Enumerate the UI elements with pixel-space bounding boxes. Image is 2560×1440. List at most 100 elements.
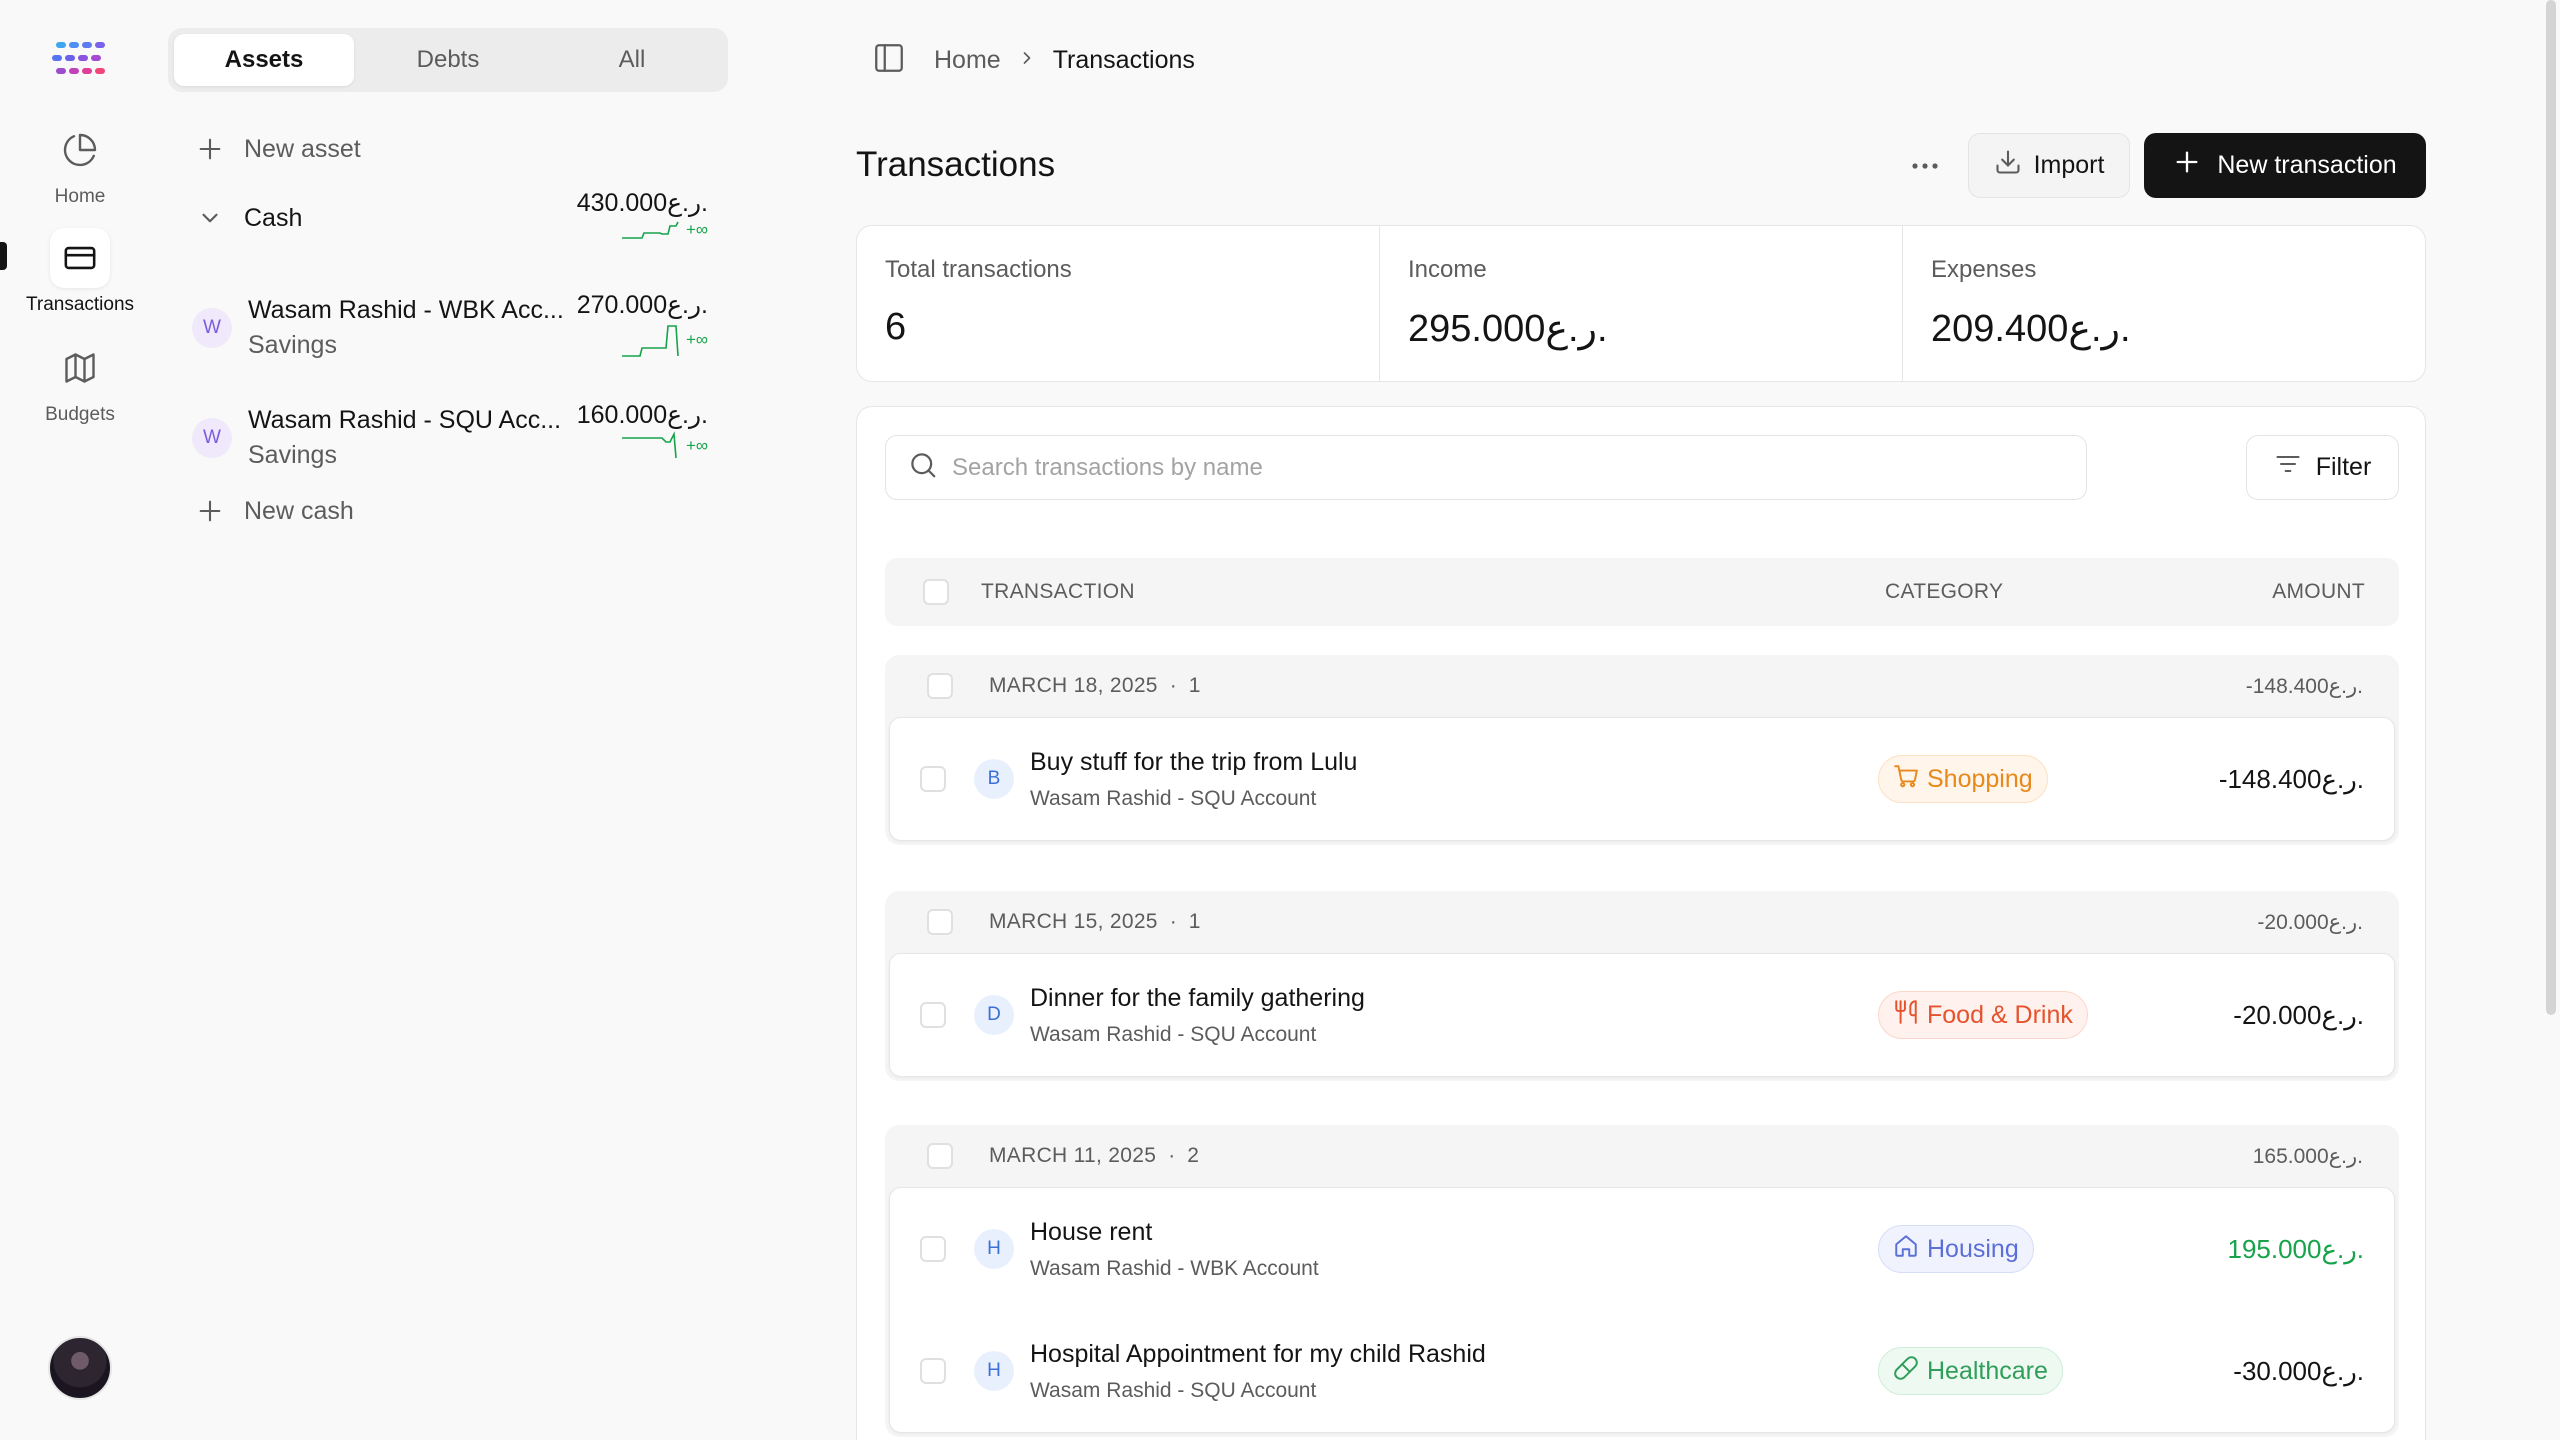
group-rows: B Buy stuff for the trip from Lulu Wasam…: [889, 717, 2395, 841]
change-indicator: +∞: [685, 220, 708, 239]
column-header-transaction: TRANSACTION: [981, 580, 1135, 603]
table-row[interactable]: B Buy stuff for the trip from Lulu Wasam…: [890, 718, 2394, 840]
transaction-name: Buy stuff for the trip from Lulu: [1030, 747, 1358, 776]
new-asset-label: New asset: [244, 134, 361, 163]
nav-rail: Home Transactions Budgets: [0, 0, 160, 1440]
new-transaction-button[interactable]: New transaction: [2144, 133, 2426, 198]
chevron-down-icon: [190, 198, 230, 238]
transaction-info: House rent Wasam Rashid - WBK Account: [1030, 1218, 1319, 1281]
transaction-account: Wasam Rashid - SQU Account: [1030, 786, 1317, 810]
breadcrumb-current: Transactions: [1052, 45, 1195, 74]
map-icon: [50, 338, 110, 398]
more-options-button[interactable]: [1900, 146, 1950, 186]
transaction-avatar: B: [974, 759, 1014, 799]
ellipsis-icon: [1912, 163, 1938, 169]
filter-button[interactable]: Filter: [2246, 435, 2399, 500]
transaction-info: Dinner for the family gathering Wasam Ra…: [1030, 984, 1365, 1047]
utensils-icon: [1893, 999, 1919, 1032]
search-input[interactable]: Search transactions by name: [885, 435, 2087, 500]
stat-expenses: Expenses 209.400ر.ع.: [1903, 226, 2425, 381]
category-badge-shopping[interactable]: Shopping: [1878, 755, 2048, 803]
table-row[interactable]: H House rent Wasam Rashid - WBK Account …: [890, 1188, 2394, 1310]
pie-chart-icon: [50, 120, 110, 180]
filter-icon: [2274, 450, 2302, 485]
sidebar-toggle-icon[interactable]: [872, 41, 906, 80]
stat-value: 6: [885, 306, 907, 348]
account-name: Wasam Rashid - WBK Acc...: [248, 296, 564, 324]
account-type: Savings: [248, 441, 337, 469]
nav-item-transactions[interactable]: Transactions: [8, 228, 152, 324]
select-all-checkbox[interactable]: [923, 579, 949, 605]
import-button[interactable]: Import: [1968, 133, 2130, 198]
tab-assets[interactable]: Assets: [174, 34, 354, 86]
shopping-cart-icon: [1893, 763, 1919, 796]
change-indicator: +∞: [685, 330, 708, 349]
new-cash-button[interactable]: New cash: [168, 486, 728, 536]
active-nav-indicator: [0, 242, 7, 270]
category-badge-food-drink[interactable]: Food & Drink: [1878, 991, 2088, 1039]
transaction-name: House rent: [1030, 1217, 1153, 1246]
group-count: 1: [1188, 910, 1201, 933]
new-asset-button[interactable]: New asset: [168, 124, 728, 174]
row-checkbox[interactable]: [920, 766, 946, 792]
account-info: Wasam Rashid - WBK Acc... Savings: [248, 296, 564, 360]
sparkline-chart: [621, 221, 679, 239]
account-item-wbk[interactable]: W Wasam Rashid - WBK Acc... Savings 270.…: [168, 278, 728, 378]
nav-item-label: Home: [54, 186, 106, 207]
account-avatar: W: [192, 308, 232, 348]
transaction-info: Hospital Appointment for my child Rashid…: [1030, 1340, 1486, 1403]
transaction-amount: -148.400ر.ع.: [2218, 763, 2364, 794]
category-badge-healthcare[interactable]: Healthcare: [1878, 1347, 2063, 1395]
accounts-panel: Assets Debts All New asset Cash 430.000ر…: [168, 28, 728, 525]
stat-total-transactions: Total transactions 6: [857, 226, 1380, 381]
breadcrumb: Home Transactions: [872, 40, 1195, 80]
category-badge-housing[interactable]: Housing: [1878, 1225, 2034, 1273]
transaction-account: Wasam Rashid - SQU Account: [1030, 1378, 1317, 1402]
user-avatar[interactable]: [48, 1336, 112, 1400]
nav-item-home[interactable]: Home: [8, 120, 152, 216]
transaction-name: Dinner for the family gathering: [1030, 983, 1365, 1012]
account-item-squ[interactable]: W Wasam Rashid - SQU Acc... Savings 160.…: [168, 388, 728, 488]
group-checkbox[interactable]: [927, 1143, 953, 1169]
transaction-group: MARCH 18, 2025 · 1 -148.400ر.ع. B Buy st…: [885, 655, 2399, 845]
pill-icon: [1893, 1355, 1919, 1388]
stat-label: Expenses: [1931, 256, 2037, 283]
group-total: -148.400ر.ع.: [2245, 674, 2363, 698]
app-logo[interactable]: [52, 40, 108, 80]
account-type: Savings: [248, 331, 337, 359]
group-checkbox[interactable]: [927, 909, 953, 935]
account-group-cash[interactable]: Cash 430.000ر.ع. +∞: [168, 188, 728, 278]
transaction-amount: -20.000ر.ع.: [2233, 999, 2364, 1030]
account-summary: 160.000ر.ع. +∞: [577, 400, 708, 462]
row-checkbox[interactable]: [920, 1236, 946, 1262]
filter-label: Filter: [2315, 453, 2372, 481]
house-icon: [1893, 1233, 1919, 1266]
tab-debts[interactable]: Debts: [358, 34, 538, 86]
category-label: Healthcare: [1927, 1356, 2048, 1385]
sparkline-chart: [621, 431, 677, 459]
breadcrumb-home[interactable]: Home: [934, 46, 1001, 75]
row-checkbox[interactable]: [920, 1002, 946, 1028]
sparkline-row: +∞: [577, 320, 708, 360]
group-checkbox[interactable]: [927, 673, 953, 699]
stat-label: Income: [1408, 256, 1487, 283]
table-row[interactable]: D Dinner for the family gathering Wasam …: [890, 954, 2394, 1076]
page-scrollbar[interactable]: [2546, 0, 2556, 1015]
account-amount: 160.000ر.ع.: [576, 401, 708, 429]
row-checkbox[interactable]: [920, 1358, 946, 1384]
table-row[interactable]: H Hospital Appointment for my child Rash…: [890, 1310, 2394, 1432]
account-group-amount: 430.000ر.ع.: [576, 189, 708, 217]
stat-value: 295.000ر.ع.: [1408, 308, 1608, 350]
account-summary: 270.000ر.ع. +∞: [577, 290, 708, 360]
stats-summary: Total transactions 6 Income 295.000ر.ع. …: [856, 225, 2426, 382]
group-date: MARCH 18, 2025: [989, 674, 1158, 697]
tab-all[interactable]: All: [542, 34, 722, 86]
account-avatar: W: [192, 418, 232, 458]
table-header: TRANSACTION CATEGORY AMOUNT: [885, 558, 2399, 626]
transaction-amount: -30.000ر.ع.: [2233, 1355, 2364, 1386]
group-total: 165.000ر.ع.: [2252, 1144, 2363, 1168]
transaction-avatar: H: [974, 1229, 1014, 1269]
group-count: 2: [1187, 1144, 1199, 1167]
account-name: Wasam Rashid - SQU Acc...: [248, 406, 562, 434]
nav-item-budgets[interactable]: Budgets: [8, 338, 152, 434]
